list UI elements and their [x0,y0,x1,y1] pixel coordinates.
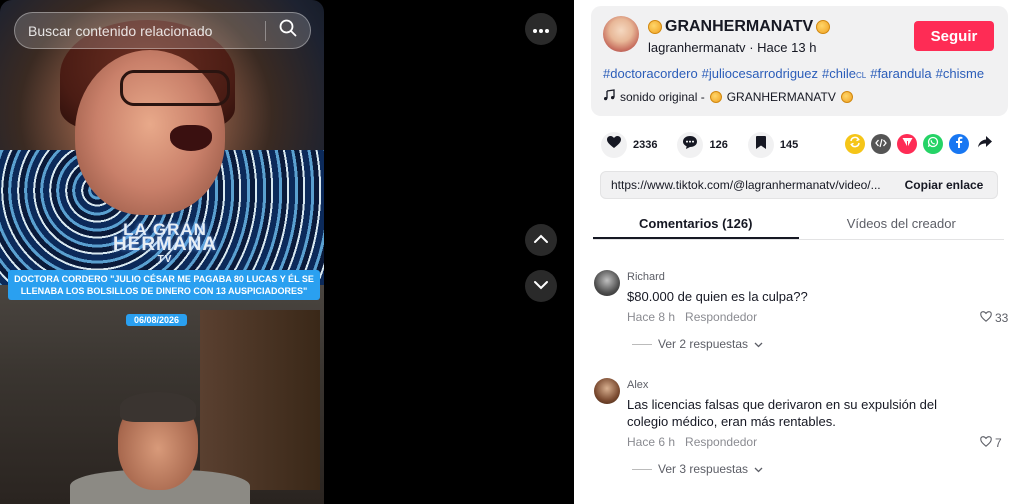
follow-button[interactable]: Seguir [914,21,994,51]
send-to-friends-button[interactable] [897,134,917,154]
save-button[interactable] [747,132,774,158]
chevron-up-icon [533,231,549,249]
embed-code-icon [875,135,887,153]
comment-time: Hace 8 h [627,310,676,324]
reply-button[interactable]: Respondedor [685,310,757,324]
comment-action: 126 [677,132,728,158]
comment-meta: Hace 8 h Respondedor [627,310,757,324]
coin-emoji-icon [840,90,853,103]
commenter-name[interactable]: Alex [627,379,648,391]
hashtag-link[interactable]: #chisme [936,66,984,81]
video-caption: DOCTORA CORDERO "JULIO CÉSAR ME PAGABA 8… [8,270,320,300]
reply-button[interactable]: Respondedor [685,435,757,449]
music-note-icon [603,89,615,104]
hashtag-link[interactable]: #chileCL [822,66,866,81]
view-replies-button[interactable]: Ver 3 respuestas [632,462,763,476]
next-video-button[interactable] [525,270,557,302]
more-options-button[interactable] [525,13,557,45]
coin-emoji-icon [709,90,722,103]
bookmark-icon [755,136,766,154]
comment-like-button[interactable]: 33 [980,311,1008,325]
hashtag-list: #doctoracordero #juliocesarrodriguez #ch… [603,66,984,81]
more-share-button[interactable] [975,134,995,154]
post-time: Hace 13 h [757,40,817,55]
hashtag-link[interactable]: #farandula [870,66,931,81]
like-button[interactable] [601,132,627,158]
facebook-icon [954,135,964,153]
repost-button[interactable] [845,134,865,154]
video-caption-date: 06/08/2026 [126,314,188,326]
info-panel: GRANHERMANATV lagranhermanatv · Hace 13 … [574,0,1024,504]
more-horizontal-icon [533,20,549,38]
video-link-box: https://www.tiktok.com/@lagranhermanatv/… [600,171,998,199]
commenter-avatar[interactable] [594,270,620,296]
copy-link-button[interactable]: Copiar enlace [891,178,997,192]
share-bar [845,134,995,154]
comment-bubble-icon [683,136,698,154]
action-bar: 2336 126 145 [601,132,818,158]
comment-count: 126 [709,139,728,151]
repost-icon [849,135,861,153]
search-input[interactable] [15,22,265,39]
heart-icon [607,136,621,154]
video-logo: LA GRAN HERMANA TV [112,220,218,265]
hashtag-link[interactable]: #juliocesarrodriguez [702,66,818,81]
comment-time: Hace 6 h [627,435,676,449]
whatsapp-icon [927,135,939,153]
whatsapp-share-button[interactable] [923,134,943,154]
like-action: 2336 [601,132,657,158]
tab-creator-videos[interactable]: Vídeos del creador [799,210,1005,239]
video-info-card: GRANHERMANATV lagranhermanatv · Hace 13 … [591,6,1008,116]
panel-tabs: Comentarios (126) Vídeos del creador [593,210,1004,240]
author-avatar[interactable] [603,16,639,52]
commenter-avatar[interactable] [594,378,620,404]
comment-text: Las licencias falsas que derivaron en su… [627,397,938,429]
chevron-down-icon [754,337,763,351]
video-player[interactable]: LA GRAN HERMANA TV DOCTORA CORDERO "JULI… [0,0,324,504]
tab-comments[interactable]: Comentarios (126) [593,210,799,239]
search-button[interactable] [266,12,310,49]
heart-outline-icon [980,436,992,450]
comment-like-button[interactable]: 7 [980,436,1002,450]
author-handle[interactable]: lagranhermanatv [648,40,746,55]
chevron-down-icon [754,462,763,476]
comment-button[interactable] [677,132,704,158]
save-action: 145 [747,132,799,158]
hashtag-link[interactable]: #doctoracordero [603,66,698,81]
author-subtitle: lagranhermanatv · Hace 13 h [648,40,817,55]
coin-emoji-icon [816,20,831,34]
tiktok-video-page: LA GRAN HERMANA TV DOCTORA CORDERO "JULI… [0,0,1024,504]
commenter-name[interactable]: Richard [627,271,665,283]
view-replies-button[interactable]: Ver 2 respuestas [632,337,763,351]
facebook-share-button[interactable] [949,134,969,154]
save-count: 145 [779,139,799,151]
like-count: 2336 [633,139,658,151]
comment-text: $80.000 de quien es la culpa?? [627,289,808,304]
video-area: LA GRAN HERMANA TV DOCTORA CORDERO "JULI… [0,0,574,504]
comment-meta: Hace 6 h Respondedor [627,435,757,449]
coin-emoji-icon [648,20,662,34]
comment-like-count: 33 [995,311,1009,325]
share-arrow-icon [978,135,992,153]
embed-button[interactable] [871,134,891,154]
comment-like-count: 7 [995,436,1002,450]
chevron-down-icon [533,277,549,295]
sound-info[interactable]: sonido original - GRANHERMANATV [603,89,853,104]
search-bar [14,12,311,49]
send-icon [902,135,913,153]
search-icon [279,19,297,42]
video-link-url[interactable]: https://www.tiktok.com/@lagranhermanatv/… [601,178,891,192]
author-name[interactable]: GRANHERMANATV [648,18,831,36]
heart-outline-icon [980,311,992,325]
previous-video-button[interactable] [525,224,557,256]
